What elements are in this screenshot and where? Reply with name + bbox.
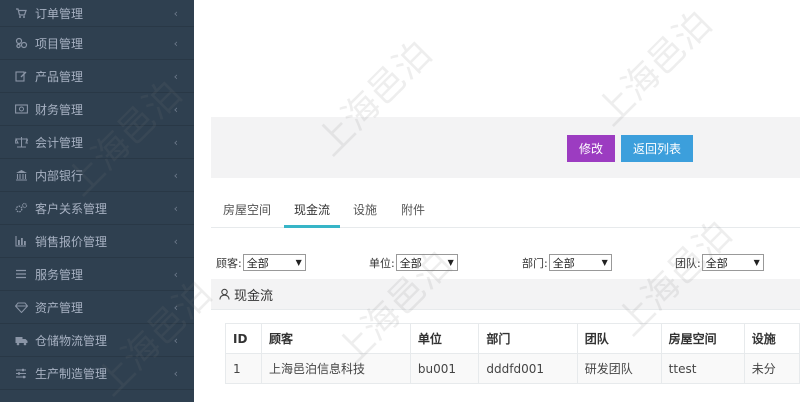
table-cell: 未分 <box>743 353 800 384</box>
sidebar-item-accounting[interactable]: 会计管理 ‹ <box>0 126 194 159</box>
column-header[interactable]: 房屋空间 <box>660 323 745 354</box>
unit-filter: 单位: 全部 ▼ <box>369 253 458 271</box>
chevron-left-icon: ‹ <box>173 103 178 116</box>
caret-down-icon: ▼ <box>601 258 608 267</box>
column-header[interactable]: 部门 <box>478 323 578 354</box>
sidebar-item-label: 客户关系管理 <box>35 201 108 216</box>
tab-bar: 房屋空间 现金流 设施 附件 <box>211 190 800 228</box>
caret-down-icon: ▼ <box>447 258 454 267</box>
department-filter-label: 部门: <box>522 257 548 270</box>
caret-down-icon: ▼ <box>295 258 302 267</box>
app-window: 订单管理 ‹ 项目管理 ‹ 产品管理 ‹ 财务管理 ‹ 会计管理 ‹ 内部银行 … <box>0 0 800 402</box>
customer-select-value: 全部 <box>246 256 269 270</box>
table-cell: 上海邑泊信息科技 <box>261 353 411 384</box>
column-header[interactable]: 单位 <box>409 323 480 354</box>
tab-attachments[interactable]: 附件 <box>401 190 425 228</box>
sidebar-item-label: 资产管理 <box>35 300 84 315</box>
column-header[interactable]: 顾客 <box>261 323 411 354</box>
column-header[interactable]: 团队 <box>576 323 662 354</box>
sidebar-item-label: 生产制造管理 <box>35 366 108 381</box>
sidebar-item-label: 财务管理 <box>35 102 84 117</box>
cash-flow-table: ID 顾客 单位 部门 团队 房屋空间 设施 1 上海邑泊信息科技 bu001 … <box>224 323 800 384</box>
sidebar-item-manufacturing[interactable]: 生产制造管理 ‹ <box>0 357 194 390</box>
sidebar-item-sales-quote[interactable]: 销售报价管理 ‹ <box>0 225 194 258</box>
sidebar-item-orders[interactable]: 订单管理 ‹ <box>0 0 194 27</box>
department-filter: 部门: 全部 ▼ <box>522 253 612 271</box>
chevron-left-icon: ‹ <box>173 367 178 380</box>
bank-icon <box>14 168 28 182</box>
chevron-left-icon: ‹ <box>173 334 178 347</box>
caret-down-icon: ▼ <box>753 258 760 267</box>
user-icon <box>219 288 230 300</box>
chevron-left-icon: ‹ <box>173 7 178 20</box>
chevron-left-icon: ‹ <box>173 235 178 248</box>
team-select-value: 全部 <box>705 256 728 270</box>
bar-chart-icon <box>14 234 28 248</box>
cash-flow-panel-header: 现金流 <box>211 279 800 310</box>
table-cell: 1 <box>224 353 263 384</box>
back-to-list-button[interactable]: 返回列表 <box>621 135 693 162</box>
sidebar-item-internal-bank[interactable]: 内部银行 ‹ <box>0 159 194 192</box>
sidebar-item-projects[interactable]: 项目管理 ‹ <box>0 27 194 60</box>
sidebar-item-label: 产品管理 <box>35 69 84 84</box>
sidebar: 订单管理 ‹ 项目管理 ‹ 产品管理 ‹ 财务管理 ‹ 会计管理 ‹ 内部银行 … <box>0 0 194 402</box>
chevron-left-icon: ‹ <box>173 202 178 215</box>
table-cell: bu001 <box>409 353 480 384</box>
sidebar-item-warehouse[interactable]: 仓储物流管理 ‹ <box>0 324 194 357</box>
table-cell: dddfd001 <box>478 353 578 384</box>
sidebar-item-finance[interactable]: 财务管理 ‹ <box>0 93 194 126</box>
chevron-left-icon: ‹ <box>173 37 178 50</box>
team-filter: 团队: 全部 ▼ <box>675 253 764 271</box>
chevron-left-icon: ‹ <box>173 136 178 149</box>
table-cell: ttest <box>660 353 745 384</box>
unit-select[interactable]: 全部 ▼ <box>395 254 458 271</box>
project-icon <box>14 36 28 50</box>
sidebar-item-label: 订单管理 <box>35 6 84 21</box>
panel-title: 现金流 <box>234 288 274 304</box>
edit-button[interactable]: 修改 <box>567 135 615 162</box>
customer-filter: 顾客: 全部 ▼ <box>216 253 306 271</box>
sliders-icon <box>14 366 28 380</box>
sidebar-item-label: 内部银行 <box>35 168 84 183</box>
column-header[interactable]: 设施 <box>743 323 800 354</box>
truck-icon <box>14 333 28 347</box>
department-select-value: 全部 <box>552 256 575 270</box>
team-filter-label: 团队: <box>675 257 701 270</box>
sidebar-item-label: 项目管理 <box>35 36 84 51</box>
department-select[interactable]: 全部 ▼ <box>548 254 612 271</box>
sidebar-item-label: 会计管理 <box>35 135 84 150</box>
table-header-row: ID 顾客 单位 部门 团队 房屋空间 设施 <box>224 323 800 354</box>
chevron-left-icon: ‹ <box>173 301 178 314</box>
list-icon <box>14 267 28 281</box>
sidebar-item-assets[interactable]: 资产管理 ‹ <box>0 291 194 324</box>
customer-select[interactable]: 全部 ▼ <box>242 254 306 271</box>
sidebar-item-service[interactable]: 服务管理 ‹ <box>0 258 194 291</box>
team-select[interactable]: 全部 ▼ <box>701 254 764 271</box>
tab-cash-flow[interactable]: 现金流 <box>283 190 341 228</box>
chevron-left-icon: ‹ <box>173 268 178 281</box>
customer-filter-label: 顾客: <box>216 257 242 270</box>
main-content: 修改 返回列表 房屋空间 现金流 设施 附件 顾客: 全部 ▼ 单位: 全部 ▼… <box>194 0 800 402</box>
column-header[interactable]: ID <box>224 323 263 354</box>
unit-filter-label: 单位: <box>369 257 395 270</box>
sidebar-item-products[interactable]: 产品管理 ‹ <box>0 60 194 93</box>
edit-icon <box>14 69 28 83</box>
tab-room-space[interactable]: 房屋空间 <box>223 190 271 228</box>
table-row[interactable]: 1 上海邑泊信息科技 bu001 dddfd001 研发团队 ttest 未分 <box>224 353 800 384</box>
table-cell: 研发团队 <box>576 353 662 384</box>
gears-icon <box>14 201 28 215</box>
tab-facilities[interactable]: 设施 <box>353 190 377 228</box>
chevron-left-icon: ‹ <box>173 169 178 182</box>
sidebar-item-label: 仓储物流管理 <box>35 333 108 348</box>
sidebar-item-label: 服务管理 <box>35 267 84 282</box>
sidebar-item-crm[interactable]: 客户关系管理 ‹ <box>0 192 194 225</box>
diamond-icon <box>14 300 28 314</box>
chevron-left-icon: ‹ <box>173 70 178 83</box>
unit-select-value: 全部 <box>399 256 422 270</box>
sidebar-item-label: 销售报价管理 <box>35 234 108 249</box>
balance-icon <box>14 135 28 149</box>
money-icon <box>14 102 28 116</box>
cart-icon <box>14 6 28 20</box>
action-toolbar: 修改 返回列表 <box>211 117 800 178</box>
